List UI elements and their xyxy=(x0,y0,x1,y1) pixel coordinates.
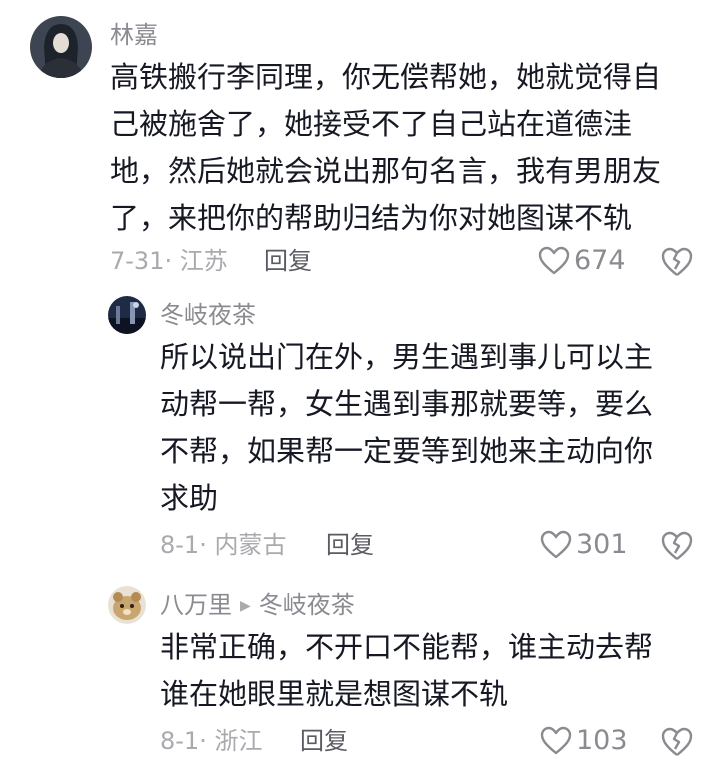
heart-outline-icon xyxy=(540,530,572,559)
comment-username[interactable]: 冬岐夜茶 xyxy=(160,300,256,330)
avatar[interactable] xyxy=(108,586,146,624)
broken-heart-icon xyxy=(661,727,693,756)
reply-comment-item: 冬岐夜茶 所以说出门在外，男生遇到事儿可以主 动帮一帮，女生遇到事那就要等，要么… xyxy=(0,290,720,572)
comment-date-location: 8-1· 浙江 xyxy=(160,727,263,755)
comment-line: 动帮一帮，女生遇到事那就要等，要么 xyxy=(160,387,654,421)
dislike-button[interactable] xyxy=(660,726,694,762)
avatar[interactable] xyxy=(108,296,146,334)
reply-button[interactable]: 回复 xyxy=(300,726,348,756)
dislike-button[interactable] xyxy=(660,530,694,566)
comment-item: 林嘉 高铁搬行李同理，你无偿帮她，她就觉得自 己被施舍了，她接受不了自己站在道德… xyxy=(0,0,720,290)
comment-text: 高铁搬行李同理，你无偿帮她，她就觉得自 己被施舍了，她接受不了自己站在道德洼 地… xyxy=(110,54,661,242)
comment-date-location: 8-1· 内蒙古 xyxy=(160,531,287,559)
comment-line: 高铁搬行李同理，你无偿帮她，她就觉得自 xyxy=(110,60,662,94)
like-button[interactable]: 301 xyxy=(540,530,628,560)
like-button[interactable]: 103 xyxy=(540,726,628,756)
reply-button[interactable]: 回复 xyxy=(326,530,374,560)
heart-outline-icon xyxy=(538,246,570,275)
broken-heart-icon xyxy=(661,247,693,276)
dislike-button[interactable] xyxy=(660,246,694,282)
like-count: 301 xyxy=(576,529,628,560)
comment-username-line: 八万里 ▶ 冬岐夜茶 xyxy=(160,590,355,621)
avatar[interactable] xyxy=(30,16,92,78)
reply-comment-item: 八万里 ▶ 冬岐夜茶 非常正确，不开口不能帮，谁主动去帮 谁在她眼里就是想图谋不轨 … xyxy=(0,572,720,782)
broken-heart-icon xyxy=(661,531,693,560)
comment-text: 所以说出门在外，男生遇到事儿可以主 动帮一帮，女生遇到事那就要等，要么 不帮，如… xyxy=(160,334,653,522)
comment-username[interactable]: 八万里 xyxy=(160,591,232,619)
like-count: 674 xyxy=(574,245,626,276)
comment-line: 非常正确，不开口不能帮，谁主动去帮 xyxy=(160,630,654,664)
comment-line: 谁在她眼里就是想图谋不轨 xyxy=(160,677,509,711)
reply-arrow-icon: ▶ xyxy=(240,598,251,614)
comment-line: 己被施舍了，她接受不了自己站在道德洼 xyxy=(110,107,633,141)
comment-line: 求助 xyxy=(160,481,219,515)
comment-line: 了，来把你的帮助归结为你对她图谋不轨 xyxy=(110,201,633,235)
comment-text: 非常正确，不开口不能帮，谁主动去帮 谁在她眼里就是想图谋不轨 xyxy=(160,624,653,718)
comment-username[interactable]: 林嘉 xyxy=(110,20,158,50)
comment-date-location: 7-31· 江苏 xyxy=(110,247,228,275)
comment-line: 地，然后她就会说出那句名言，我有男朋友 xyxy=(110,154,662,188)
heart-outline-icon xyxy=(540,726,572,755)
like-count: 103 xyxy=(576,725,628,756)
reply-to-username[interactable]: 冬岐夜茶 xyxy=(259,591,355,619)
comment-line: 所以说出门在外，男生遇到事儿可以主 xyxy=(160,340,654,374)
comment-line: 不帮，如果帮一定要等到她来主动向你 xyxy=(160,434,654,468)
like-button[interactable]: 674 xyxy=(538,246,626,276)
reply-button[interactable]: 回复 xyxy=(264,246,312,276)
